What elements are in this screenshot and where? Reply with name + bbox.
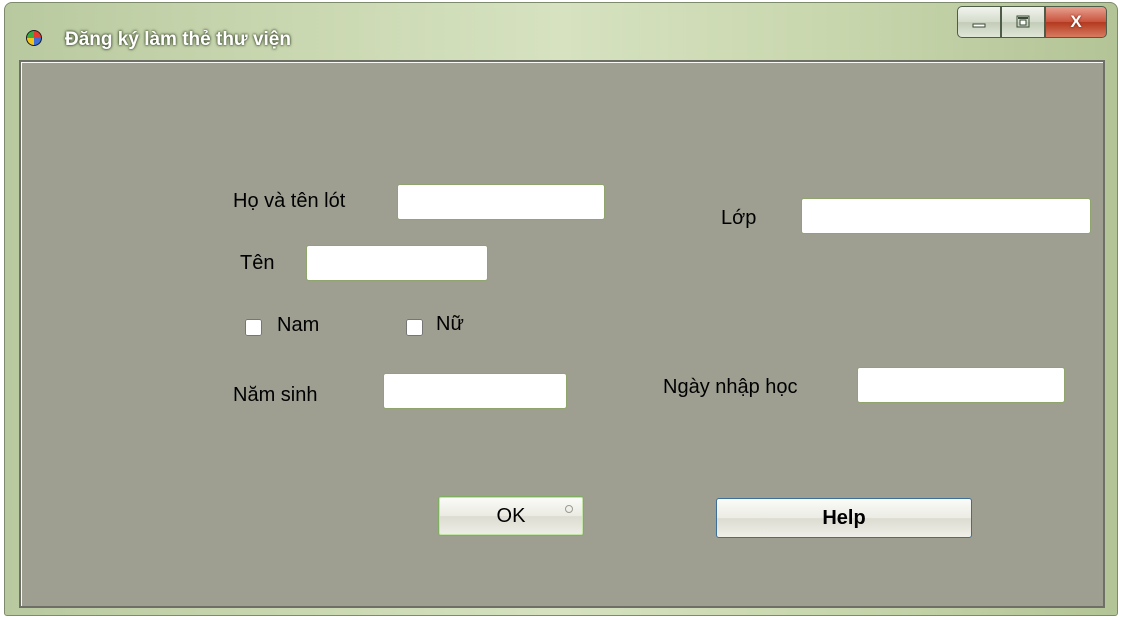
app-icon: [26, 30, 42, 46]
registration-window: Đăng ký làm thẻ thư viện X Họ và tên lót: [4, 2, 1118, 616]
close-button[interactable]: X: [1045, 6, 1107, 38]
ok-button[interactable]: OK: [438, 496, 584, 536]
help-label: Help: [822, 506, 866, 529]
nam-label: Nam: [277, 314, 320, 336]
nam-checkbox[interactable]: [245, 319, 262, 336]
minimize-button[interactable]: [957, 6, 1001, 38]
ngay-nhap-hoc-label: Ngày nhập học: [663, 376, 798, 398]
title-bar[interactable]: Đăng ký làm thẻ thư viện X: [5, 3, 1117, 61]
nam-sinh-input[interactable]: [383, 373, 567, 409]
nu-label: Nữ: [436, 313, 464, 335]
focus-indicator-icon: [565, 505, 573, 513]
window-controls: X: [957, 6, 1107, 38]
minimize-icon: [972, 23, 986, 28]
ten-input[interactable]: [306, 245, 488, 281]
lop-label: Lớp: [721, 207, 757, 229]
lop-input[interactable]: [801, 198, 1091, 234]
nam-sinh-label: Năm sinh: [233, 384, 318, 406]
nu-checkbox[interactable]: [406, 319, 423, 336]
window-title: Đăng ký làm thẻ thư viện: [65, 29, 291, 50]
ok-label: OK: [496, 504, 526, 527]
maximize-button[interactable]: [1001, 6, 1045, 38]
ten-label: Tên: [240, 252, 275, 274]
ho-ten-lot-label: Họ và tên lót: [233, 190, 346, 212]
ngay-nhap-hoc-input[interactable]: [857, 367, 1065, 403]
ho-ten-lot-input[interactable]: [397, 184, 605, 220]
close-icon: X: [1070, 12, 1082, 31]
maximize-icon: [1016, 15, 1030, 28]
help-button[interactable]: Help: [716, 498, 972, 538]
form-panel: Họ và tên lót Tên Lớp Nam Nữ Năm sinh Ng…: [19, 60, 1105, 608]
